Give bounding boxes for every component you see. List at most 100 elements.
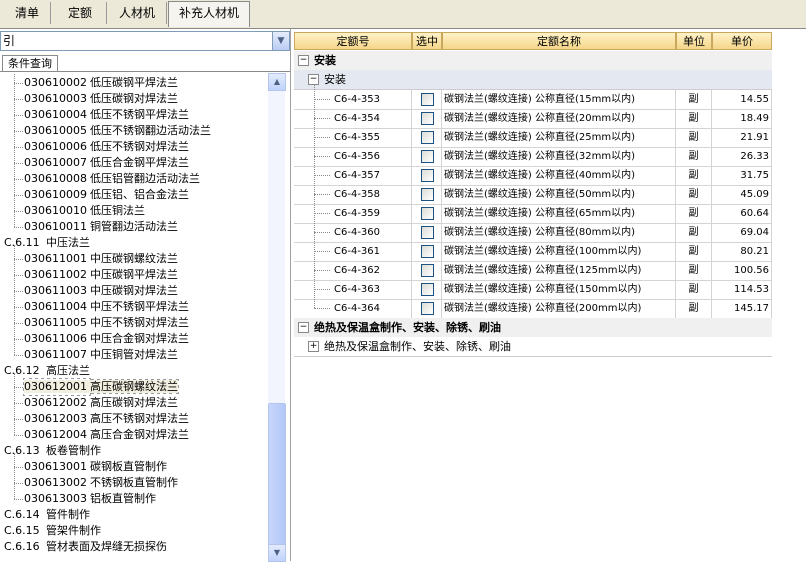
select-checkbox[interactable]: [421, 226, 434, 239]
select-cell[interactable]: [412, 204, 442, 223]
tree-item[interactable]: 030613003 铝板直管制作: [24, 491, 156, 507]
unit-cell: 副: [676, 242, 712, 261]
tree-connector: [314, 289, 330, 290]
select-checkbox[interactable]: [421, 245, 434, 258]
tree-item[interactable]: 030612001 高压碳钢螺纹法兰: [23, 379, 179, 395]
tree-chapter[interactable]: C.6.16 管材表面及焊缝无损探伤: [4, 539, 167, 555]
tree-item[interactable]: 030611004 中压不锈钢平焊法兰: [24, 299, 189, 315]
tree-chapter[interactable]: C.6.12 高压法兰: [4, 363, 90, 379]
tree-item[interactable]: 030610003 低压碳钢对焊法兰: [24, 91, 178, 107]
table-row[interactable]: C6-4-359 碳钢法兰(螺纹连接) 公称直径(65mm以内) 副 60.64: [294, 204, 772, 224]
col-header-price[interactable]: 单价: [712, 32, 772, 50]
select-cell[interactable]: [412, 128, 442, 147]
tree-chapter[interactable]: C.6.14 管件制作: [4, 507, 90, 523]
tree-item[interactable]: 030613002 不锈钢板直管制作: [24, 475, 178, 491]
col-header-name[interactable]: 定额名称: [442, 32, 676, 50]
table-row[interactable]: C6-4-355 碳钢法兰(螺纹连接) 公称直径(25mm以内) 副 21.91: [294, 128, 772, 148]
expand-icon[interactable]: +: [308, 341, 319, 352]
tree-item[interactable]: 030610008 低压铝管翻边活动法兰: [24, 171, 200, 187]
tree-item[interactable]: 030611006 中压合金钢对焊法兰: [24, 331, 189, 347]
col-header-code[interactable]: 定额号: [294, 32, 412, 50]
tree-item[interactable]: 030611001 中压碳钢螺纹法兰: [24, 251, 178, 267]
col-header-unit[interactable]: 单位: [676, 32, 712, 50]
price-cell: 100.56: [712, 261, 772, 280]
select-checkbox[interactable]: [421, 112, 434, 125]
tree-item[interactable]: 030610005 低压不锈钢翻边活动法兰: [24, 123, 211, 139]
tree-scrollbar[interactable]: ▲ ▼: [268, 73, 286, 562]
tab-condition-query[interactable]: 条件查询: [2, 55, 58, 72]
chevron-down-icon[interactable]: ▼: [272, 32, 289, 50]
select-cell[interactable]: [412, 280, 442, 299]
group-row-install[interactable]: − 安装: [294, 51, 772, 71]
table-row[interactable]: C6-4-353 碳钢法兰(螺纹连接) 公称直径(15mm以内) 副 14.55: [294, 90, 772, 110]
table-row[interactable]: C6-4-354 碳钢法兰(螺纹连接) 公称直径(20mm以内) 副 18.49: [294, 109, 772, 129]
select-cell[interactable]: [412, 166, 442, 185]
select-checkbox[interactable]: [421, 131, 434, 144]
select-checkbox[interactable]: [421, 283, 434, 296]
tree-item[interactable]: 030610002 低压碳钢平焊法兰: [24, 75, 178, 91]
tree-item[interactable]: 030611007 中压铜管对焊法兰: [24, 347, 178, 363]
scroll-down-icon[interactable]: ▼: [268, 544, 286, 562]
select-cell[interactable]: [412, 109, 442, 128]
table-row[interactable]: C6-4-360 碳钢法兰(螺纹连接) 公称直径(80mm以内) 副 69.04: [294, 223, 772, 243]
scrollbar-thumb[interactable]: [268, 403, 286, 555]
tree-item[interactable]: 030610010 低压铜法兰: [24, 203, 145, 219]
subgroup-row-install[interactable]: − 安装: [294, 70, 772, 90]
tree-item[interactable]: 030611003 中压碳钢对焊法兰: [24, 283, 178, 299]
table-row[interactable]: C6-4-357 碳钢法兰(螺纹连接) 公称直径(40mm以内) 副 31.75: [294, 166, 772, 186]
group-row-insulation[interactable]: − 绝热及保温盒制作、安装、除锈、刷油: [294, 318, 772, 338]
tree-chapter[interactable]: C.6.15 管架件制作: [4, 523, 101, 539]
select-cell[interactable]: [412, 185, 442, 204]
tree-item-code: 030613001: [24, 460, 87, 473]
tree-item[interactable]: 030611005 中压不锈钢对焊法兰: [24, 315, 189, 331]
index-combobox[interactable]: 引 ▼: [0, 31, 290, 51]
select-cell[interactable]: [412, 147, 442, 166]
tab-supplement-labor-material-machine[interactable]: 补充人材机: [168, 1, 250, 27]
select-cell[interactable]: [412, 299, 442, 318]
select-cell[interactable]: [412, 261, 442, 280]
tab-labor-material-machine[interactable]: 人材机: [108, 2, 167, 24]
tree-item[interactable]: 030612002 高压碳钢对焊法兰: [24, 395, 178, 411]
tree-item[interactable]: 030611002 中压碳钢平焊法兰: [24, 267, 178, 283]
scroll-up-icon[interactable]: ▲: [268, 73, 286, 91]
tree-item[interactable]: 030610009 低压铝、铝合金法兰: [24, 187, 189, 203]
subgroup-row-insulation[interactable]: + 绝热及保温盒制作、安装、除锈、刷油: [294, 337, 772, 357]
col-header-selected[interactable]: 选中: [412, 32, 442, 50]
collapse-icon[interactable]: −: [298, 322, 309, 333]
select-checkbox[interactable]: [421, 302, 434, 315]
select-checkbox[interactable]: [421, 188, 434, 201]
quota-name-cell: 碳钢法兰(螺纹连接) 公称直径(80mm以内): [442, 223, 676, 242]
table-row[interactable]: C6-4-362 碳钢法兰(螺纹连接) 公称直径(125mm以内) 副 100.56: [294, 261, 772, 281]
table-row[interactable]: C6-4-356 碳钢法兰(螺纹连接) 公称直径(32mm以内) 副 26.33: [294, 147, 772, 167]
tree-item[interactable]: 030610007 低压合金钢平焊法兰: [24, 155, 189, 171]
tree-connector: [14, 419, 23, 420]
unit-cell: 副: [676, 109, 712, 128]
select-checkbox[interactable]: [421, 169, 434, 182]
quota-name-cell: 碳钢法兰(螺纹连接) 公称直径(50mm以内): [442, 185, 676, 204]
table-row[interactable]: C6-4-358 碳钢法兰(螺纹连接) 公称直径(50mm以内) 副 45.09: [294, 185, 772, 205]
tree-chapter[interactable]: C.6.13 板卷管制作: [4, 443, 101, 459]
table-row[interactable]: C6-4-364 碳钢法兰(螺纹连接) 公称直径(200mm以内) 副 145.17: [294, 299, 772, 319]
select-checkbox[interactable]: [421, 93, 434, 106]
select-checkbox[interactable]: [421, 264, 434, 277]
table-row[interactable]: C6-4-361 碳钢法兰(螺纹连接) 公称直径(100mm以内) 副 80.21: [294, 242, 772, 262]
tree-item[interactable]: 030610011 铜管翻边活动法兰: [24, 219, 178, 235]
collapse-icon[interactable]: −: [298, 55, 309, 66]
tree-item[interactable]: 030613001 碳钢板直管制作: [24, 459, 167, 475]
tree-item[interactable]: 030612004 高压合金钢对焊法兰: [24, 427, 189, 443]
select-checkbox[interactable]: [421, 150, 434, 163]
table-row[interactable]: C6-4-363 碳钢法兰(螺纹连接) 公称直径(150mm以内) 副 114.53: [294, 280, 772, 300]
tab-bill[interactable]: 清单: [4, 2, 51, 24]
tree-item[interactable]: 030610004 低压不锈钢平焊法兰: [24, 107, 189, 123]
tree-item-label: 低压不锈钢翻边活动法兰: [90, 124, 211, 137]
tree-item-code: 030610004: [24, 108, 87, 121]
select-cell[interactable]: [412, 90, 442, 109]
tree-item[interactable]: 030610006 低压不锈钢对焊法兰: [24, 139, 189, 155]
select-cell[interactable]: [412, 223, 442, 242]
select-cell[interactable]: [412, 242, 442, 261]
tree-item[interactable]: 030612003 高压不锈钢对焊法兰: [24, 411, 189, 427]
tab-quota[interactable]: 定额: [54, 2, 107, 24]
tree-item-code: 030613003: [24, 492, 87, 505]
select-checkbox[interactable]: [421, 207, 434, 220]
tree-chapter[interactable]: C.6.11 中压法兰: [4, 235, 90, 251]
